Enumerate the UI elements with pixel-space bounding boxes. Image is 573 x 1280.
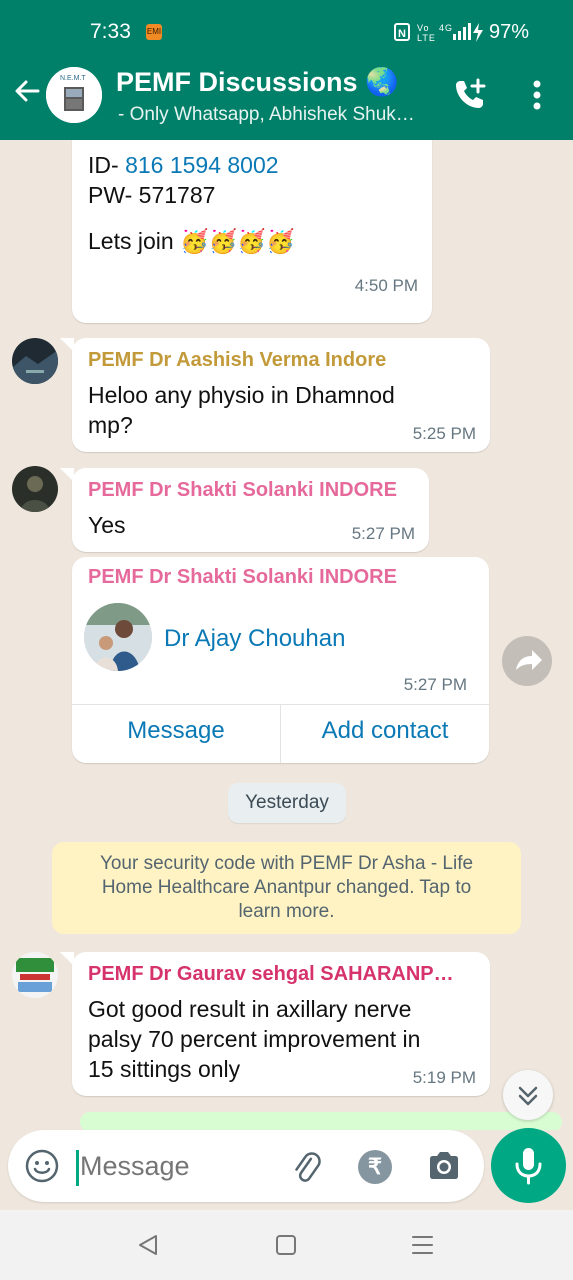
contact-photo-image <box>84 603 152 671</box>
notice-line: Your security code with PEMF Dr Asha - L… <box>99 853 474 874</box>
sender-avatar[interactable] <box>12 466 58 512</box>
svg-text:4G: 4G <box>439 23 453 33</box>
message-text: Lets join 🥳🥳🥳🥳 <box>88 228 295 254</box>
chat-title[interactable]: PEMF Discussions 🌏 <box>116 66 399 98</box>
add-call-icon[interactable] <box>452 76 488 112</box>
clock: 7:33 <box>90 20 131 43</box>
message-bubble[interactable]: PEMF Dr Gaurav sehgal SAHARANP… Got good… <box>72 952 490 1096</box>
notice-line: learn more. <box>238 901 335 922</box>
message-contact-button[interactable]: Message <box>72 717 280 745</box>
sender-avatar[interactable] <box>12 952 58 998</box>
message-time: 5:27 PM <box>351 524 415 543</box>
back-arrow-icon[interactable] <box>12 76 42 106</box>
contact-name[interactable]: Dr Ajay Chouhan <box>164 625 345 653</box>
notice-line: Home Healthcare Anantpur changed. Tap to <box>101 877 472 898</box>
message-composer: ₹ <box>8 1130 484 1202</box>
double-chevron-down-icon <box>518 1086 538 1106</box>
chat-area[interactable]: ID- 816 1594 8002 PW- 571787 Lets join 🥳… <box>0 140 573 1130</box>
system-nav-bar <box>0 1210 573 1280</box>
message-text: mp? <box>88 412 133 438</box>
message-text: 15 sittings only <box>88 1056 241 1082</box>
contact-card-bubble[interactable]: PEMF Dr Shakti Solanki INDORE Dr Ajay Ch… <box>72 557 489 763</box>
svg-text:N: N <box>398 28 407 40</box>
add-contact-button[interactable]: Add contact <box>281 717 489 745</box>
message-text: Got good result in axillary nerve <box>88 996 412 1022</box>
message-input[interactable] <box>80 1146 280 1186</box>
nav-back-icon[interactable] <box>139 1235 157 1255</box>
phone-link[interactable]: 816 1594 8002 <box>125 152 279 178</box>
sender-name[interactable]: PEMF Dr Shakti Solanki INDORE <box>88 566 397 589</box>
message-password: PW- 571787 <box>88 182 216 208</box>
battery-level: 97% <box>488 21 529 43</box>
message-text: palsy 70 percent improvement in <box>88 1026 421 1052</box>
sender-name[interactable]: PEMF Dr Shakti Solanki INDORE <box>88 479 397 502</box>
message-bubble[interactable]: PEMF Dr Aashish Verma Indore Heloo any p… <box>72 338 490 452</box>
group-logo-icon: N.E.M.T <box>46 67 102 123</box>
notification-badge: EMI <box>146 24 162 40</box>
message-time: 4:50 PM <box>354 276 418 295</box>
attachment-icon[interactable] <box>288 1148 322 1184</box>
svg-text:N.E.M.T: N.E.M.T <box>60 75 86 82</box>
message-text: Heloo any physio in Dhamnod <box>88 382 395 408</box>
id-label: ID- <box>88 152 126 178</box>
avatar-image <box>12 952 58 998</box>
avatar-image <box>12 466 58 512</box>
charging-icon <box>473 23 483 42</box>
message-bubble[interactable]: PEMF Dr Shakti Solanki INDORE Yes 5:27 P… <box>72 468 429 552</box>
sender-name[interactable]: PEMF Dr Aashish Verma Indore <box>88 349 386 372</box>
voice-message-button[interactable] <box>491 1128 566 1203</box>
security-code-notice[interactable]: Your security code with PEMF Dr Asha - L… <box>52 842 521 934</box>
nav-recents-icon[interactable] <box>412 1236 433 1254</box>
group-avatar[interactable]: N.E.M.T <box>46 67 102 123</box>
nav-home-icon[interactable] <box>276 1235 296 1255</box>
message-meeting-id: ID- 816 1594 8002 <box>88 150 279 180</box>
more-options-icon[interactable] <box>522 78 552 112</box>
text-cursor <box>76 1150 79 1186</box>
emoji-icon[interactable] <box>24 1148 60 1184</box>
chat-participants[interactable]: - Only Whatsapp, Abhishek Shuk… <box>118 104 438 126</box>
scroll-to-bottom-button[interactable] <box>503 1070 553 1120</box>
forward-button[interactable] <box>502 636 552 686</box>
nav-icons <box>139 1235 433 1255</box>
message-text: Yes <box>88 512 126 538</box>
payment-button[interactable]: ₹ <box>358 1150 392 1184</box>
svg-text:LTE: LTE <box>417 33 436 43</box>
message-time: 5:19 PM <box>412 1068 476 1087</box>
status-bar: 7:33 EMI N Vo LTE 4G 97% <box>0 0 573 62</box>
message-time: 5:25 PM <box>412 424 476 443</box>
date-divider: Yesterday <box>228 783 346 823</box>
message-bubble[interactable]: ID- 816 1594 8002 PW- 571787 Lets join 🥳… <box>72 140 432 323</box>
microphone-icon <box>515 1148 542 1185</box>
camera-icon[interactable] <box>426 1149 462 1183</box>
sender-name[interactable]: PEMF Dr Gaurav sehgal SAHARANP… <box>88 963 454 986</box>
chat-header: N.E.M.T PEMF Discussions 🌏 - Only Whatsa… <box>0 62 573 140</box>
forward-icon <box>516 650 542 670</box>
sender-avatar[interactable] <box>12 338 58 384</box>
signal-icons: N Vo LTE 4G <box>393 21 487 48</box>
signal-icon: N Vo LTE 4G <box>394 23 483 43</box>
contact-photo[interactable] <box>84 603 152 671</box>
svg-text:Vo: Vo <box>417 23 430 33</box>
outgoing-message-preview[interactable] <box>80 1112 562 1130</box>
avatar-image <box>12 338 58 384</box>
message-time: 5:27 PM <box>403 675 467 694</box>
